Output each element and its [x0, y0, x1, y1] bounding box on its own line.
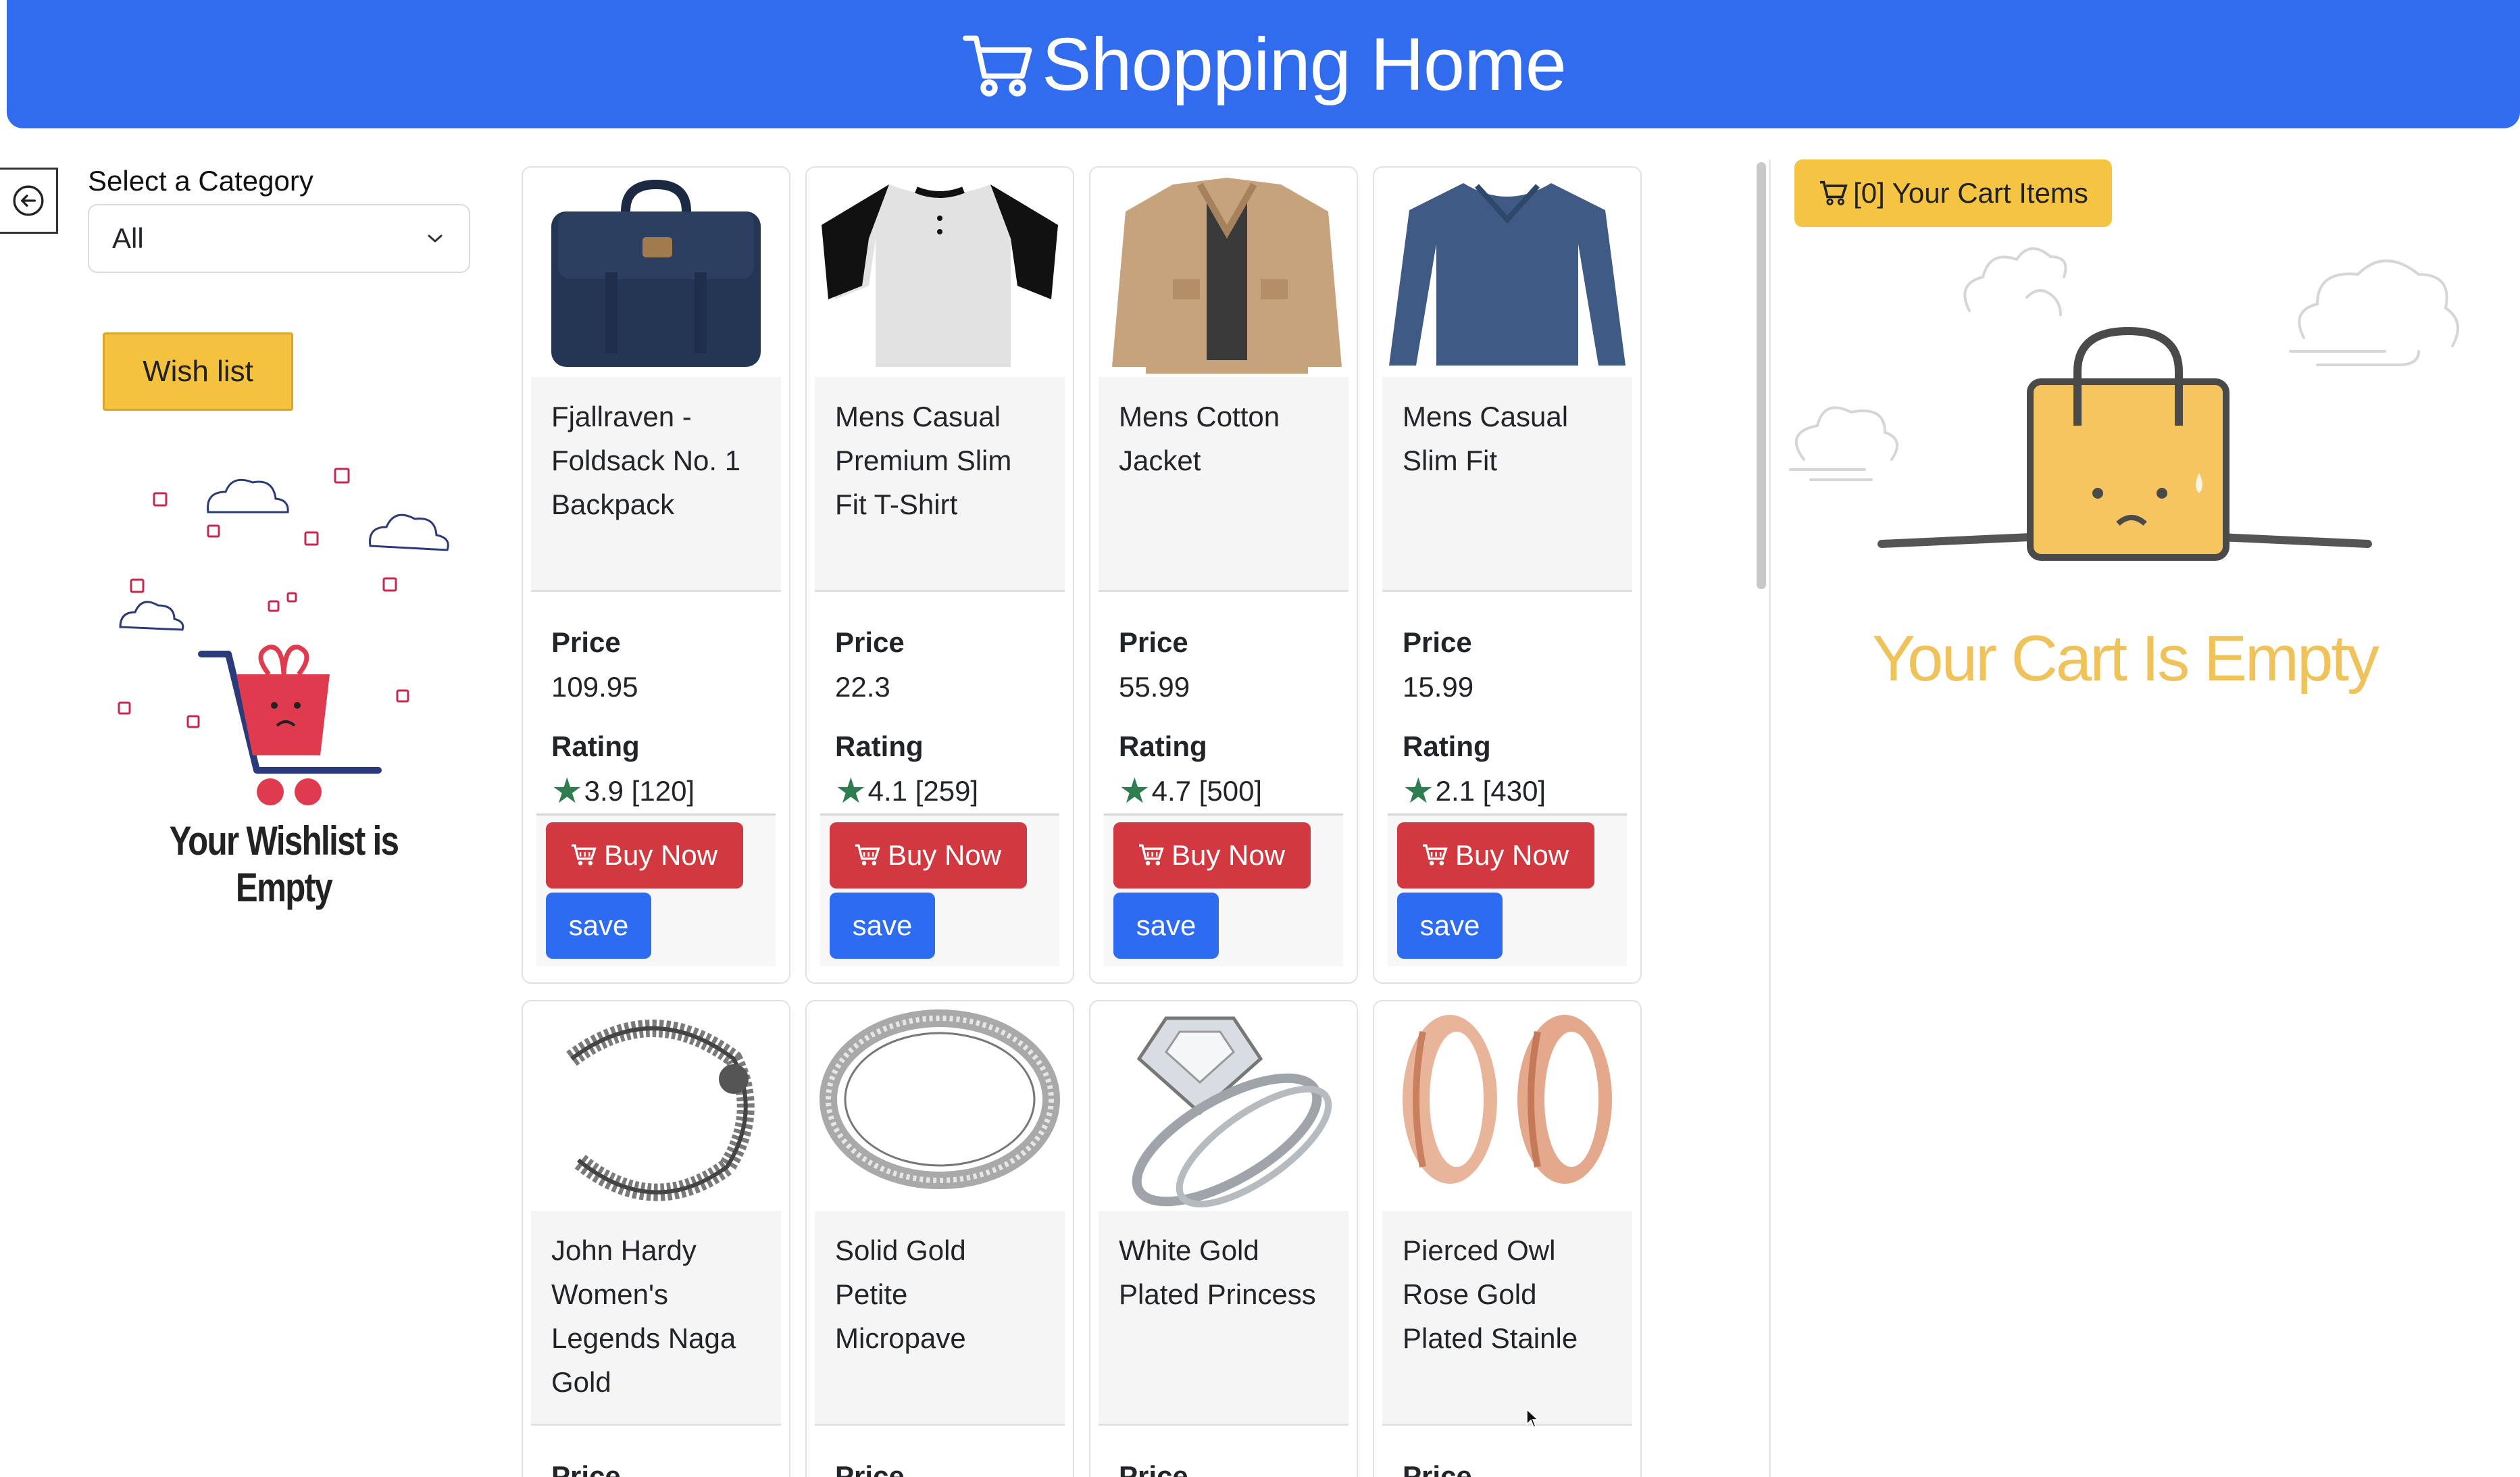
product-title: Pierced Owl Rose Gold Plated Stainle	[1382, 1211, 1632, 1426]
product-card: Mens Casual Slim Fit Price 15.99 Rating …	[1373, 166, 1642, 984]
product-image[interactable]	[1090, 168, 1357, 377]
save-button[interactable]: save	[1113, 893, 1219, 959]
back-button[interactable]	[0, 168, 58, 234]
product-image[interactable]	[1374, 1001, 1640, 1211]
star-icon: ★	[1119, 772, 1151, 811]
save-button[interactable]: save	[830, 893, 935, 959]
price-label: Price	[835, 626, 905, 658]
cart-empty-text: Your Cart Is Empty	[1871, 622, 2379, 695]
page-title: Shopping Home	[1042, 22, 1567, 106]
buy-now-label: Buy Now	[1171, 839, 1286, 871]
star-icon: ★	[1403, 772, 1434, 811]
price-label: Price	[835, 1460, 905, 1477]
empty-wishlist-illustration	[118, 468, 449, 805]
cart-icon	[1820, 180, 1848, 205]
cart-icon	[1423, 844, 1448, 866]
mouse-cursor	[1526, 1408, 1539, 1428]
category-select[interactable]: All	[88, 204, 470, 273]
price-label: Price	[1403, 1460, 1472, 1477]
price-label: Price	[551, 626, 621, 658]
price-value: 15.99	[1403, 671, 1474, 703]
category-label: Select a Category	[88, 165, 313, 197]
product-title: Mens Casual Premium Slim Fit T-Shirt	[815, 377, 1065, 592]
product-card: Fjallraven - Foldsack No. 1 Backpack Pri…	[522, 166, 790, 984]
bracelet-image	[566, 1020, 755, 1201]
rating-value: 2.1 [430]	[1435, 775, 1546, 807]
rating-value: 4.1 [259]	[867, 775, 979, 807]
price-value: 22.3	[835, 671, 890, 703]
cart-items-label: [0] Your Cart Items	[1853, 177, 2088, 209]
rating-label: Rating	[1403, 730, 1491, 762]
product-title: Mens Casual Slim Fit	[1382, 377, 1632, 592]
price-label: Price	[1119, 1460, 1188, 1477]
product-image[interactable]	[807, 168, 1073, 377]
page-header: Shopping Home	[7, 0, 2520, 128]
wishlist-button[interactable]: Wish list	[103, 332, 293, 411]
rating-value: 4.7 [500]	[1151, 775, 1263, 807]
product-image[interactable]	[1374, 168, 1640, 377]
panel-divider	[1769, 159, 1771, 1477]
price-label: Price	[551, 1460, 621, 1477]
ring-image	[820, 1009, 1060, 1189]
product-card: Solid Gold Petite Micropave Price	[805, 1000, 1074, 1477]
product-image[interactable]	[523, 168, 789, 377]
buy-now-button[interactable]: Buy Now	[830, 822, 1027, 888]
product-title: Solid Gold Petite Micropave	[815, 1211, 1065, 1426]
cart-icon	[1139, 844, 1164, 866]
backpack-image	[551, 179, 761, 367]
empty-cart-illustration	[1789, 247, 2459, 561]
product-title: Fjallraven - Foldsack No. 1 Backpack	[531, 377, 781, 592]
category-selected-value: All	[112, 222, 144, 254]
product-card: Mens Casual Premium Slim Fit T-Shirt Pri…	[805, 166, 1074, 984]
buy-now-label: Buy Now	[888, 839, 1002, 871]
cart-items-button[interactable]: [0] Your Cart Items	[1794, 159, 2112, 227]
rose-gold-plugs-image	[1403, 1015, 1612, 1184]
product-title: Mens Cotton Jacket	[1099, 377, 1349, 592]
product-image[interactable]	[807, 1001, 1073, 1211]
save-button[interactable]: save	[546, 893, 651, 959]
cart-icon	[963, 35, 1032, 97]
cart-icon	[855, 844, 880, 866]
buy-now-button[interactable]: Buy Now	[1397, 822, 1594, 888]
price-label: Price	[1403, 626, 1472, 658]
price-value: 109.95	[551, 671, 638, 703]
star-icon: ★	[835, 772, 867, 811]
rating-label: Rating	[551, 730, 640, 762]
buy-now-button[interactable]: Buy Now	[546, 822, 743, 888]
jacket-image	[1112, 178, 1342, 374]
save-button[interactable]: save	[1397, 893, 1503, 959]
tshirt-image	[822, 184, 1058, 367]
scrollbar-thumb[interactable]	[1757, 162, 1766, 589]
product-title: John Hardy Women's Legends Naga Gold	[531, 1211, 781, 1426]
rating-label: Rating	[1119, 730, 1207, 762]
price-label: Price	[1119, 626, 1188, 658]
product-image[interactable]	[523, 1001, 789, 1211]
rating-label: Rating	[835, 730, 924, 762]
product-title: White Gold Plated Princess	[1099, 1211, 1349, 1426]
cart-icon	[572, 844, 597, 866]
buy-now-label: Buy Now	[1455, 839, 1569, 871]
buy-now-label: Buy Now	[604, 839, 718, 871]
buy-now-button[interactable]: Buy Now	[1113, 822, 1311, 888]
product-card: Pierced Owl Rose Gold Plated Stainle Pri…	[1373, 1000, 1642, 1477]
product-card: John Hardy Women's Legends Naga Gold Pri…	[522, 1000, 790, 1477]
longsleeve-image	[1389, 183, 1626, 366]
product-image[interactable]	[1090, 1001, 1357, 1211]
arrow-left-circle-icon	[12, 185, 43, 216]
product-card: Mens Cotton Jacket Price 55.99 Rating ★ 4…	[1089, 166, 1358, 984]
star-icon: ★	[551, 772, 583, 811]
rating-value: 3.9 [120]	[584, 775, 695, 807]
price-value: 55.99	[1119, 671, 1190, 703]
product-card: White Gold Plated Princess Price	[1089, 1000, 1358, 1477]
diamond-ring-image	[1132, 1016, 1332, 1207]
wishlist-empty-text: Your Wishlist is Empty	[169, 818, 399, 910]
chevron-down-icon	[428, 234, 443, 243]
